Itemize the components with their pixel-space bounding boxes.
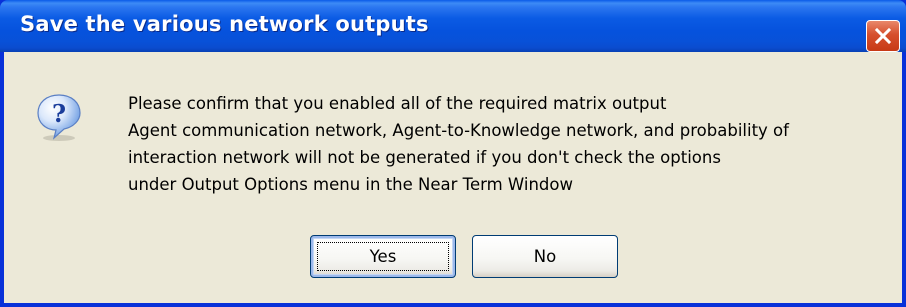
question-icon: ? <box>37 94 81 141</box>
no-button[interactable]: No <box>472 235 618 278</box>
message-line-2: Agent communication network, Agent-to-Kn… <box>128 121 789 140</box>
no-button-label: No <box>533 247 557 266</box>
message-line-1: Please confirm that you enabled all of t… <box>128 94 667 113</box>
window-title: Save the various network outputs <box>20 12 429 36</box>
title-bar[interactable]: Save the various network outputs <box>0 0 906 52</box>
yes-button-label: Yes <box>369 247 397 266</box>
message-dialog: Save the various network outputs ? Pleas… <box>0 0 906 307</box>
window-border-bottom <box>0 303 906 307</box>
close-icon <box>875 28 891 44</box>
close-button[interactable] <box>866 20 900 52</box>
window-border-right <box>902 52 906 307</box>
dialog-body: ? Please confirm that you enabled all of… <box>4 52 902 303</box>
message-line-4: under Output Options menu in the Near Te… <box>128 175 573 194</box>
svg-text:?: ? <box>52 99 66 128</box>
message-line-3: interaction network will not be generate… <box>128 148 721 167</box>
yes-button[interactable]: Yes <box>310 235 456 278</box>
message-text: Please confirm that you enabled all of t… <box>128 90 898 198</box>
